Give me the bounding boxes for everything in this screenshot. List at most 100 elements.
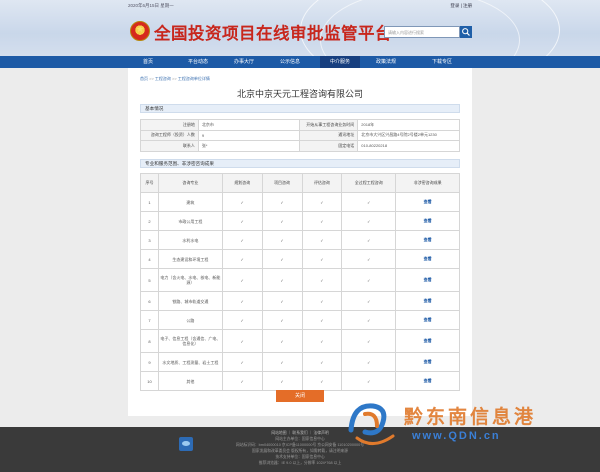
check-icon: ✓ xyxy=(261,192,303,212)
check-icon: ✓ xyxy=(221,249,263,269)
breadcrumb-current: 工程咨询单位详情 xyxy=(177,76,210,81)
majors-table: 序号 咨询专业 规划咨询 项目咨询 评估咨询 全过程工程咨询 非涉密咨询成果 1 建筑 ✓ ✓ ✓ ✓… xyxy=(140,173,460,391)
check-icon: ✓ xyxy=(301,291,343,311)
section-basic-info: 基本情况 xyxy=(140,104,460,113)
footer-links[interactable]: 网站地图 ｜ 联系我们 ｜ 法律声明 xyxy=(0,431,600,436)
company-name: 北京中京天元工程咨询有限公司 xyxy=(236,89,363,99)
search-icon xyxy=(462,28,470,36)
check-icon: ✓ xyxy=(221,230,263,250)
info-value: 010-80220218 xyxy=(357,140,460,152)
footer-support: 技术支持单位：国家信息中心 xyxy=(275,455,325,459)
login-links[interactable]: 登录 | 注册 xyxy=(450,3,472,9)
row-number: 5 xyxy=(140,268,159,292)
info-value: 张* xyxy=(197,140,301,152)
major-name: 市政公用工程 xyxy=(157,211,223,231)
row-number: 4 xyxy=(140,249,159,269)
check-icon: ✓ xyxy=(301,249,343,269)
info-label: 联系人 xyxy=(140,140,199,152)
check-icon: ✓ xyxy=(301,211,343,231)
major-name: 水文地质、工程测量、岩土工程 xyxy=(157,352,223,372)
check-icon: ✓ xyxy=(221,268,263,292)
search-button[interactable] xyxy=(460,26,472,38)
info-label: 注册地 xyxy=(140,119,199,131)
view-link[interactable]: 查看 xyxy=(395,371,460,391)
info-label: 开始从事工程咨询业务时间 xyxy=(299,119,359,131)
view-link[interactable]: 查看 xyxy=(395,230,460,250)
info-row: 注册地 北京市 开始从事工程咨询业务时间 2018年 xyxy=(140,119,460,131)
info-label: 固定电话 xyxy=(299,140,359,152)
info-label: 咨询工程师（投资）人数 xyxy=(140,129,199,141)
view-link[interactable]: 查看 xyxy=(395,211,460,231)
footer-browser: 推荐浏览器：IE 9.0 以上，分辨率 1024*768 以上 xyxy=(258,461,342,465)
major-name: 电子、信息工程（含通信、广电、信息化） xyxy=(157,329,223,353)
check-icon: ✓ xyxy=(301,268,343,292)
check-icon: ✓ xyxy=(261,268,303,292)
column-header: 规划咨询 xyxy=(221,173,263,193)
check-icon: ✓ xyxy=(301,192,343,212)
basic-info-table: 注册地 北京市 开始从事工程咨询业务时间 2018年 咨询工程师（投资）人数 9 通讯地址北… xyxy=(140,119,460,152)
close-button[interactable]: 关闭 xyxy=(276,390,324,402)
view-link[interactable]: 查看 xyxy=(395,291,460,311)
check-icon: ✓ xyxy=(301,352,343,372)
info-value: 北京市大兴区兴昌路4号院2号楼2单元1230 xyxy=(357,129,460,141)
check-icon: ✓ xyxy=(341,230,397,250)
view-link[interactable]: 查看 xyxy=(395,249,460,269)
check-icon: ✓ xyxy=(341,352,397,372)
footer-sponsor: 网站主办单位：国家信息中心 xyxy=(275,437,325,441)
table-row: 8 电子、信息工程（含通信、广电、信息化） ✓ ✓ ✓ ✓ 查看 xyxy=(140,329,460,353)
site-title: 全国投资项目在线审批监管平台 xyxy=(154,24,392,43)
national-emblem-icon xyxy=(130,21,150,41)
check-icon: ✓ xyxy=(341,192,397,212)
breadcrumb: 首页 >> 工程咨询 >> 工程咨询单位详情 xyxy=(140,76,210,82)
nav-item[interactable]: 中介服务 xyxy=(320,56,360,68)
breadcrumb-home[interactable]: 首页 xyxy=(140,76,148,81)
major-name: 生态建设和环境工程 xyxy=(157,249,223,269)
check-icon: ✓ xyxy=(341,329,397,353)
major-name: 铁路、城市轨道交通 xyxy=(157,291,223,311)
major-name: 电力（含火电、水电、核电、新能源） xyxy=(157,268,223,292)
check-icon: ✓ xyxy=(221,371,263,391)
main-nav: 首页 平台动态 办事大厅 公示信息 中介服务 政策法规 下载专区 xyxy=(0,56,600,68)
nav-item[interactable]: 下载专区 xyxy=(422,56,462,68)
column-header: 咨询专业 xyxy=(157,173,223,193)
view-link[interactable]: 查看 xyxy=(395,329,460,353)
column-header: 项目咨询 xyxy=(261,173,303,193)
info-value: 9 xyxy=(197,129,301,141)
table-row: 2 市政公用工程 ✓ ✓ ✓ ✓ 查看 xyxy=(140,211,460,231)
search-input[interactable]: 请输入内容进行搜索 xyxy=(384,26,460,38)
nav-item[interactable]: 平台动态 xyxy=(178,56,218,68)
row-number: 9 xyxy=(140,352,159,372)
check-icon: ✓ xyxy=(341,291,397,311)
check-icon: ✓ xyxy=(301,310,343,330)
check-icon: ✓ xyxy=(261,329,303,353)
check-icon: ✓ xyxy=(261,249,303,269)
breadcrumb-category[interactable]: 工程咨询 xyxy=(155,76,171,81)
row-number: 6 xyxy=(140,291,159,311)
check-icon: ✓ xyxy=(261,371,303,391)
check-icon: ✓ xyxy=(221,329,263,353)
table-row: 6 铁路、城市轨道交通 ✓ ✓ ✓ ✓ 查看 xyxy=(140,291,460,311)
watermark-url: www.QDN.cn xyxy=(412,430,501,442)
info-row: 联系人 张* 固定电话 010-80220218 xyxy=(140,140,460,152)
footer-copyright: 国家发展和改革委员会 版权所有，如需转载，请注明来源 xyxy=(252,449,348,453)
check-icon: ✓ xyxy=(301,329,343,353)
nav-item[interactable]: 首页 xyxy=(128,56,168,68)
check-icon: ✓ xyxy=(261,310,303,330)
major-name: 水利水电 xyxy=(157,230,223,250)
nav-item[interactable]: 办事大厅 xyxy=(224,56,264,68)
nav-item[interactable]: 公示信息 xyxy=(270,56,310,68)
watermark-text: 黔东南信息港 xyxy=(404,406,537,428)
view-link[interactable]: 查看 xyxy=(395,192,460,212)
view-link[interactable]: 查看 xyxy=(395,310,460,330)
table-row: 10 其他 ✓ ✓ ✓ ✓ 查看 xyxy=(140,371,460,391)
check-icon: ✓ xyxy=(301,371,343,391)
check-icon: ✓ xyxy=(341,211,397,231)
view-link[interactable]: 查看 xyxy=(395,352,460,372)
table-row: 1 建筑 ✓ ✓ ✓ ✓ 查看 xyxy=(140,192,460,212)
view-link[interactable]: 查看 xyxy=(395,268,460,292)
row-number: 7 xyxy=(140,310,159,330)
info-value: 北京市 xyxy=(197,119,301,131)
nav-item[interactable]: 政策法规 xyxy=(366,56,406,68)
check-icon: ✓ xyxy=(261,211,303,231)
check-icon: ✓ xyxy=(221,211,263,231)
